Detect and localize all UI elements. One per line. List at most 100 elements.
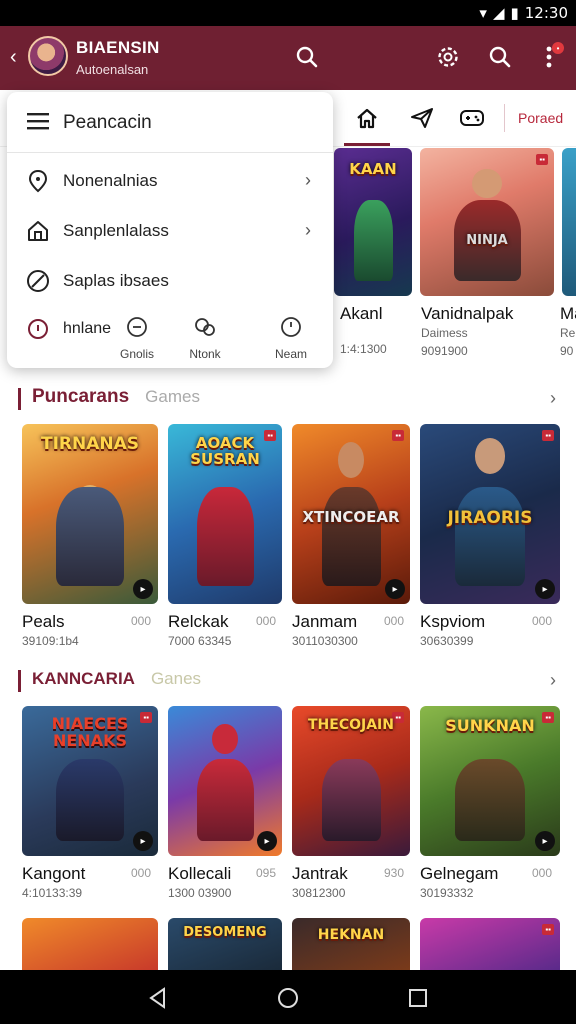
game-tile[interactable]: ▸ [168,706,282,856]
app-bar: ‹ BIAENSIN Autoenalsan • [0,26,576,90]
hamburger-icon [27,113,49,130]
battery-icon: ▮ [510,4,519,22]
menu-shortcut-3[interactable]: Neam [261,316,321,361]
chevron-right-icon[interactable]: › [550,670,556,691]
section-subtitle: Ganes [150,669,202,688]
info-icon [281,317,301,337]
tab-home[interactable] [344,104,390,146]
play-icon: ▸ [133,831,153,851]
more-button[interactable]: • [532,40,566,74]
character-head [338,442,364,478]
character-head [472,168,502,199]
app-title: BIAENSIN [76,38,160,57]
tab-controller[interactable] [457,104,487,132]
menu-title: Peancacin [63,112,152,133]
send-icon [411,108,433,128]
game-rating: 000 [532,866,553,880]
search-icon [296,46,318,68]
menu-item-2[interactable]: Sanplenlalass › [7,206,333,254]
game-meta: 4:10133:39 [22,886,83,900]
location-icon [28,169,48,193]
game-rating: 930 [384,866,405,880]
game-rating: 000 [131,866,152,880]
back-triangle-icon[interactable] [146,986,170,1010]
game-tile[interactable] [562,148,576,296]
game-tile[interactable]: DESOMENG [168,918,282,970]
menu-shortcut-2[interactable]: Ntonk [175,316,235,361]
game-title: Gelnegam [420,864,499,883]
game-tile[interactable]: ▪▪ [420,918,560,970]
game-tile[interactable] [22,918,158,970]
section-accent-bar [18,670,21,692]
game-tile[interactable]: ▪▪ AOACK SUSRAN [168,424,282,604]
search-icon [489,46,511,68]
menu-item-label: Saplas ibsaes [63,271,169,290]
game-title: Vanidnalpak [421,304,514,323]
game-title: Kangont [22,864,86,883]
avatar[interactable] [28,36,68,76]
chevron-right-icon: › [305,170,311,190]
play-icon: ▸ [133,579,153,599]
chevron-right-icon[interactable]: › [550,388,556,409]
game-tile[interactable]: ▪▪ SUNKNAN ▸ [420,706,560,856]
tab-send[interactable] [407,104,437,132]
character-figure [196,758,254,841]
section-header: Puncarans Games [18,386,200,410]
system-nav-bar [0,970,576,1024]
game-title: Kollecali [168,864,232,883]
game-tile[interactable]: ▪▪ NINJA [420,148,554,296]
game-meta: 30630399 [420,634,474,648]
game-meta: 3011030300 [292,634,358,648]
home-circle-icon[interactable] [276,986,300,1010]
home-icon [357,108,377,129]
play-icon: ▸ [535,579,555,599]
game-rating: 000 [256,614,277,628]
menu-item-label: Sanplenlalass [63,221,169,240]
game-title: Janmam [292,612,358,631]
game-tile[interactable]: HEKNAN [292,918,410,970]
menu-item-1[interactable]: Nonenalnias › [7,156,333,204]
tab-divider [504,104,505,132]
play-icon: ▸ [385,579,405,599]
character-figure [56,758,124,841]
tab-text-link[interactable]: Poraed [518,110,563,126]
section-subtitle: Games [145,387,200,406]
menu-shortcut-label: Neam [274,347,307,361]
menu-item-label: Nonenalnias [63,171,158,190]
menu-bottom-row: hnlane Gnolis Ntonk Neam [7,306,333,362]
game-meta: Daimess 9091900 [421,326,468,358]
game-title: Jantrak [292,864,348,883]
gear-icon [438,47,458,67]
search-button-secondary[interactable] [483,40,517,74]
dropdown-menu: Peancacin Nonenalnias › Sanplenlalass › … [7,92,333,368]
menu-header[interactable]: Peancacin [7,92,333,153]
character-head [212,724,238,754]
controller-icon [127,317,147,337]
back-icon[interactable]: ‹ [10,46,17,69]
game-tile[interactable]: ▪▪ JIRAORIS ▸ [420,424,560,604]
game-rating: 000 [532,614,553,628]
new-badge: ▪▪ [392,430,404,441]
game-tile[interactable]: ▪▪ THECOJAIN [292,706,410,856]
game-title: Ma [560,304,576,323]
settings-button[interactable] [431,40,465,74]
search-button[interactable] [290,40,324,74]
game-tile[interactable]: ▪▪ XTINCOEAR ▸ [292,424,410,604]
new-badge: ▪▪ [542,924,554,935]
game-meta: 7000 63345 [168,634,232,648]
game-rating: 095 [256,866,277,880]
game-rating: 000 [131,614,152,628]
menu-shortcut-1[interactable]: Gnolis [107,316,167,361]
game-meta: 1:4:1300 [340,342,387,356]
block-icon [27,270,49,292]
game-tile[interactable]: ▪▪ NIAECES NENAKS ▸ [22,706,158,856]
house-icon [28,221,48,241]
menu-item-3[interactable]: Saplas ibsaes [7,256,333,304]
game-tile[interactable]: KAAN [334,148,412,296]
new-badge: ▪▪ [536,154,548,165]
game-title: Akanl [340,304,383,323]
game-tile[interactable]: TIRNANAS ▸ [22,424,158,604]
info-circle-icon [28,319,48,339]
recents-square-icon[interactable] [406,986,430,1010]
wifi-icon: ▾ [479,4,487,22]
